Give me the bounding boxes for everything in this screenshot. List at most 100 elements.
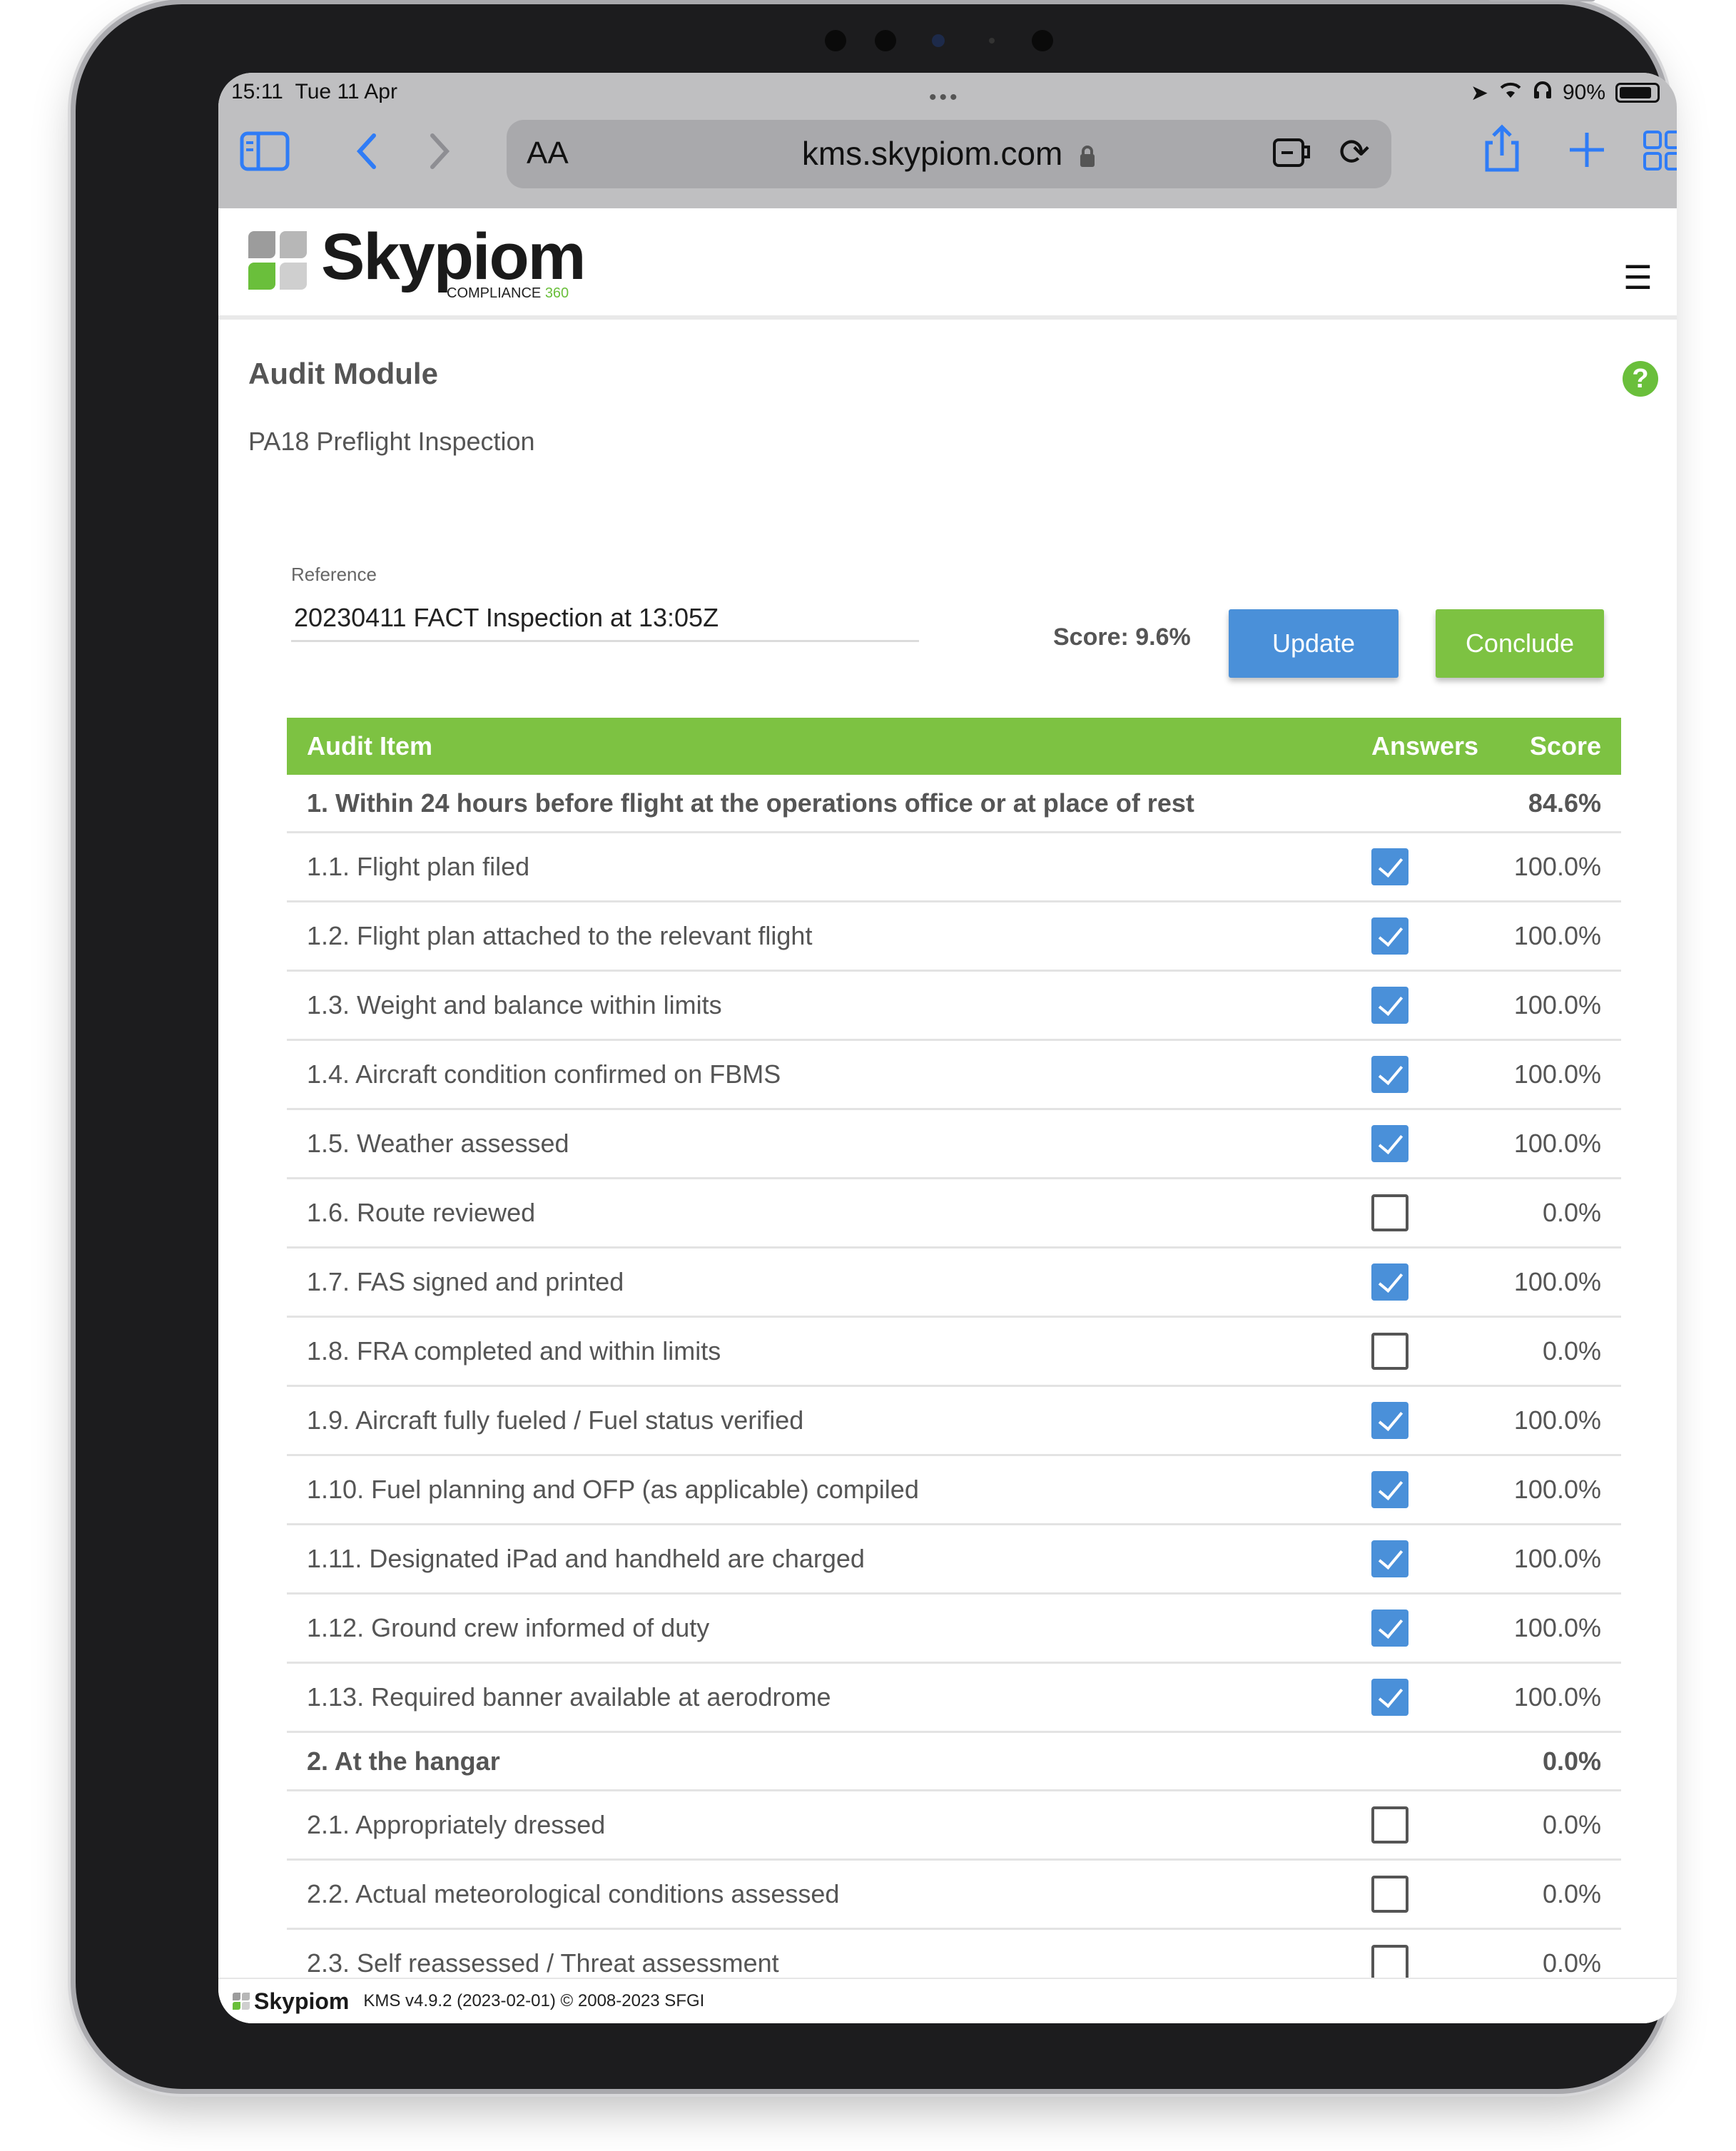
item-score: 100.0% [1513,1475,1601,1504]
item-score: 100.0% [1513,1613,1601,1642]
section-score: 84.6% [1528,788,1601,818]
header-answers: Answers [1371,731,1479,761]
item-score: 0.0% [1542,1948,1601,1978]
new-tab-icon[interactable] [1567,130,1607,176]
answer-cell [1350,1471,1493,1508]
table-row: 1.8. FRA completed and within limits 0.0% [287,1318,1621,1387]
item-score: 100.0% [1513,1682,1601,1712]
logo-mark-icon [248,231,308,291]
answer-cell [1350,1806,1493,1844]
section-label: 2. At the hangar [307,1746,500,1776]
conclude-button[interactable]: Conclude [1436,609,1604,678]
answer-cell [1350,1540,1493,1577]
url-text: kms.skypiom.com [507,134,1391,176]
address-bar[interactable]: AA kms.skypiom.com ⟳ [507,120,1391,188]
item-label: 2.3. Self reassessed / Threat assessment [307,1948,779,1978]
reference-label: Reference [291,564,377,585]
sidebar-icon[interactable] [240,131,290,178]
table-row: 1.6. Route reviewed 0.0% [287,1179,1621,1249]
answer-cell [1350,848,1493,885]
reference-input[interactable] [291,595,919,642]
answer-cell [1350,1402,1493,1439]
forward-icon[interactable] [427,131,452,178]
wifi-icon [1498,81,1523,105]
item-score: 100.0% [1513,1059,1601,1089]
menu-icon[interactable]: ☰ [1623,258,1653,297]
answer-cell [1350,917,1493,955]
camera-array [825,24,1067,53]
answer-checkbox[interactable] [1371,1263,1408,1301]
item-label: 1.4. Aircraft condition confirmed on FBM… [307,1059,781,1089]
table-row: 2.2. Actual meteorological conditions as… [287,1861,1621,1930]
reload-icon[interactable]: ⟳ [1339,131,1370,174]
extension-icon[interactable] [1271,134,1313,178]
audit-table: Audit Item Answers Score 1. Within 24 ho… [287,718,1621,1999]
item-label: 2.1. Appropriately dressed [307,1810,606,1839]
table-row: 1.1. Flight plan filed 100.0% [287,833,1621,902]
item-score: 100.0% [1513,1267,1601,1296]
answer-cell [1350,1056,1493,1093]
item-label: 1.3. Weight and balance within limits [307,990,722,1019]
browser-toolbar: 15:11 Tue 11 Apr ••• ➤ 90% AA kms.skypio… [218,73,1677,208]
footer-logo-mark-icon [233,1993,250,2010]
tabs-icon[interactable] [1643,130,1677,178]
share-icon[interactable] [1481,124,1523,179]
table-row: 1.11. Designated iPad and handheld are c… [287,1525,1621,1595]
answer-checkbox[interactable] [1371,1402,1408,1439]
item-label: 1.5. Weather assessed [307,1129,569,1158]
item-score: 100.0% [1513,1405,1601,1435]
answer-checkbox[interactable] [1371,1610,1408,1647]
item-score: 0.0% [1542,1198,1601,1227]
table-row: 1.12. Ground crew informed of duty 100.0% [287,1595,1621,1664]
power-button [1488,0,1595,1]
item-score: 0.0% [1542,1810,1601,1839]
answer-cell [1350,1333,1493,1370]
logo-tagline: COMPLIANCE 360 [447,285,569,301]
footer-version: KMS v4.9.2 (2023-02-01) © 2008-2023 SFGI [363,1991,705,2010]
answer-checkbox[interactable] [1371,1540,1408,1577]
table-header: Audit Item Answers Score [287,718,1621,775]
logo-name: Skypiom [321,220,586,293]
answer-cell [1350,1945,1493,1982]
answer-checkbox[interactable] [1371,1679,1408,1716]
table-row: 1.13. Required banner available at aerod… [287,1664,1621,1733]
table-row: 1.9. Aircraft fully fueled / Fuel status… [287,1387,1621,1456]
status-time: 15:11 Tue 11 Apr [231,80,397,103]
answer-checkbox[interactable] [1371,848,1408,885]
battery-percent: 90% [1562,81,1605,104]
back-icon[interactable] [354,131,380,178]
item-label: 1.6. Route reviewed [307,1198,536,1227]
header-score: Score [1529,731,1601,761]
item-label: 1.13. Required banner available at aerod… [307,1682,831,1712]
footer-logo: Skypiom [233,1988,349,2015]
answer-checkbox[interactable] [1371,1125,1408,1162]
answer-checkbox[interactable] [1371,1806,1408,1844]
answer-checkbox[interactable] [1371,1333,1408,1370]
answer-cell [1350,1125,1493,1162]
footer: Skypiom KMS v4.9.2 (2023-02-01) © 2008-2… [218,1978,1677,2023]
item-label: 1.11. Designated iPad and handheld are c… [307,1544,865,1573]
answer-checkbox[interactable] [1371,917,1408,955]
section-label: 1. Within 24 hours before flight at the … [307,788,1194,818]
multitasking-dots-icon[interactable]: ••• [929,86,960,110]
status-indicators: ➤ 90% [1471,80,1660,106]
answer-checkbox[interactable] [1371,1471,1408,1508]
skypiom-logo[interactable]: Skypiom COMPLIANCE 360 [248,220,586,302]
answer-checkbox[interactable] [1371,1945,1408,1982]
item-score: 0.0% [1542,1879,1601,1908]
location-icon: ➤ [1470,81,1488,105]
page-title: Audit Module [248,357,438,390]
answer-checkbox[interactable] [1371,1876,1408,1913]
section-score: 0.0% [1542,1746,1601,1776]
help-icon[interactable]: ? [1623,361,1658,397]
answer-checkbox[interactable] [1371,987,1408,1024]
answer-checkbox[interactable] [1371,1056,1408,1093]
item-label: 1.9. Aircraft fully fueled / Fuel status… [307,1405,804,1435]
answer-checkbox[interactable] [1371,1194,1408,1231]
site-header: Skypiom COMPLIANCE 360 ☰ [218,208,1677,320]
item-label: 1.1. Flight plan filed [307,852,530,881]
update-button[interactable]: Update [1229,609,1399,678]
item-label: 1.10. Fuel planning and OFP (as applicab… [307,1475,919,1504]
lock-icon [1079,137,1096,176]
answer-cell [1350,1263,1493,1301]
